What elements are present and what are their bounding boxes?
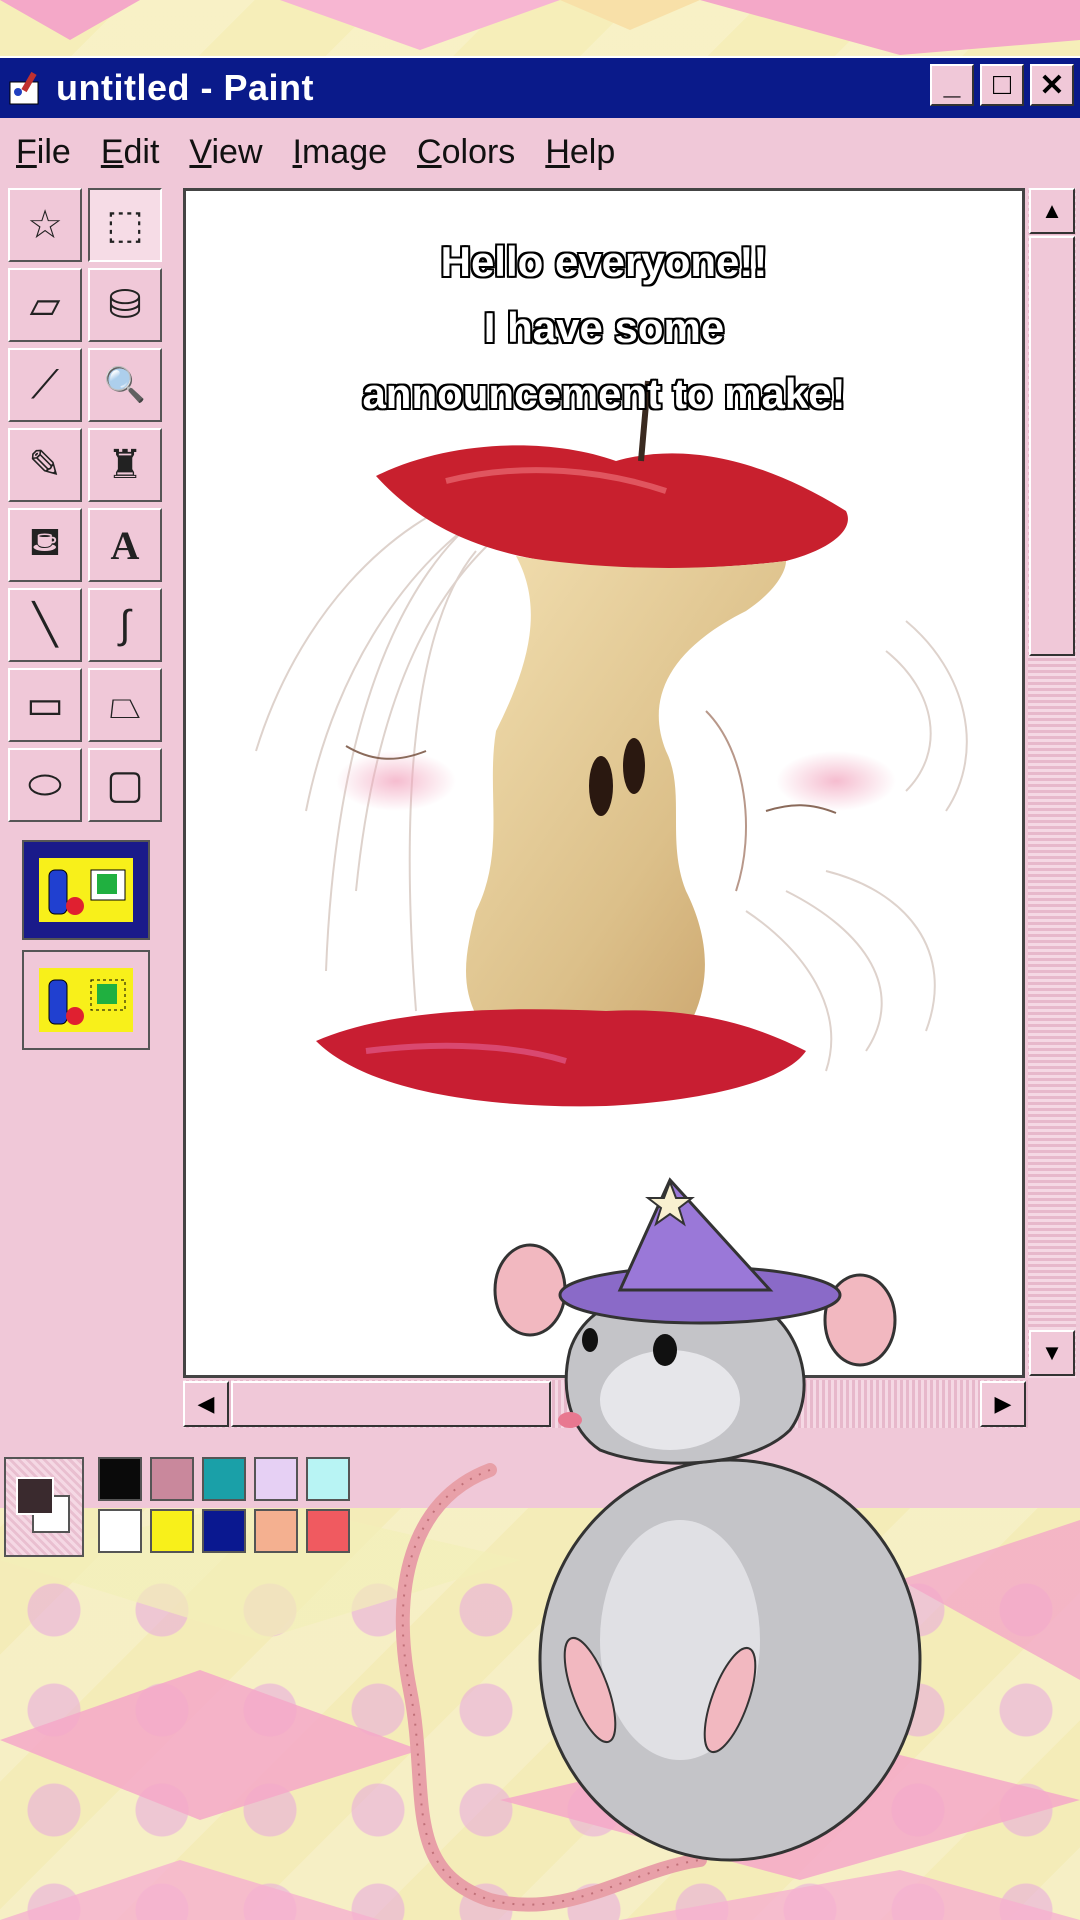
tool-magnifier[interactable]: 🔍 bbox=[88, 348, 162, 422]
menu-edit[interactable]: Edit bbox=[101, 133, 160, 172]
arrow-left-icon: ◀ bbox=[197, 1391, 215, 1416]
caption-line-1: Hello everyone!! bbox=[440, 238, 768, 285]
menu-colors[interactable]: Colors bbox=[417, 133, 515, 172]
tool-polygon[interactable]: ⏢ bbox=[88, 668, 162, 742]
current-colors[interactable] bbox=[4, 1457, 84, 1557]
free-form-select-icon: ☆ bbox=[27, 203, 63, 247]
palette-color-8[interactable] bbox=[254, 1509, 298, 1553]
palette-color-4[interactable] bbox=[306, 1457, 350, 1501]
palette-color-2[interactable] bbox=[202, 1457, 246, 1501]
minimize-button[interactable]: _ bbox=[930, 64, 974, 106]
fill-bucket-icon: ⛁ bbox=[108, 283, 142, 327]
color-picker-icon: ⟋ bbox=[31, 362, 59, 407]
tool-curve[interactable]: ∫ bbox=[88, 588, 162, 662]
tool-rectangle[interactable]: ▭ bbox=[8, 668, 82, 742]
vertical-scrollbar[interactable]: ▲ ▼ bbox=[1028, 188, 1076, 1378]
arrow-down-icon: ▼ bbox=[1041, 1340, 1063, 1365]
airbrush-icon: ⛾ bbox=[28, 520, 62, 564]
maximize-button[interactable]: □ bbox=[980, 64, 1024, 106]
palette-color-1[interactable] bbox=[150, 1457, 194, 1501]
palette-color-3[interactable] bbox=[254, 1457, 298, 1501]
tool-pencil[interactable]: ✎ bbox=[8, 428, 82, 502]
select-icon: ⬚ bbox=[106, 203, 144, 247]
top-diamond-pattern bbox=[0, 0, 1080, 55]
menu-help[interactable]: Help bbox=[545, 133, 615, 172]
scroll-down-button[interactable]: ▼ bbox=[1029, 1330, 1075, 1376]
fill-option-opaque[interactable] bbox=[22, 840, 150, 940]
tool-rounded-rectangle[interactable]: ▢ bbox=[88, 748, 162, 822]
palette-color-7[interactable] bbox=[202, 1509, 246, 1553]
tool-airbrush[interactable]: ⛾ bbox=[8, 508, 82, 582]
close-button[interactable]: ✕ bbox=[1030, 64, 1074, 106]
menu-file[interactable]: File bbox=[16, 133, 71, 172]
caption-line-2: I have some bbox=[483, 304, 725, 351]
brush-icon: ♜ bbox=[107, 443, 143, 487]
title-bar: untitled - Paint _ □ ✕ bbox=[0, 58, 1080, 118]
tool-line[interactable]: ╲ bbox=[8, 588, 82, 662]
menu-view[interactable]: View bbox=[189, 133, 262, 172]
palette-color-6[interactable] bbox=[150, 1509, 194, 1553]
tool-pick-color[interactable]: ⟋ bbox=[8, 348, 82, 422]
palette-color-0[interactable] bbox=[98, 1457, 142, 1501]
tool-brush[interactable]: ♜ bbox=[88, 428, 162, 502]
tool-fill[interactable]: ⛁ bbox=[88, 268, 162, 342]
tool-eraser[interactable]: ▱ bbox=[8, 268, 82, 342]
foreground-color-swatch bbox=[16, 1477, 54, 1515]
text-icon: A bbox=[110, 522, 140, 568]
palette-color-9[interactable] bbox=[306, 1509, 350, 1553]
arrow-up-icon: ▲ bbox=[1041, 198, 1063, 223]
magnifier-icon: 🔍 bbox=[103, 366, 147, 404]
window-title: untitled - Paint bbox=[56, 67, 314, 108]
line-icon: ╲ bbox=[32, 603, 58, 647]
ellipse-icon: ⬭ bbox=[27, 762, 63, 807]
wizard-rat-sticker bbox=[395, 1177, 922, 1912]
polygon-icon: ⏢ bbox=[109, 682, 141, 727]
eraser-icon: ▱ bbox=[29, 283, 61, 327]
tool-select[interactable]: ⬚ bbox=[88, 188, 162, 262]
paint-app-icon bbox=[4, 66, 48, 110]
fill-option-transparent[interactable] bbox=[22, 950, 150, 1050]
scroll-left-button[interactable]: ◀ bbox=[183, 1381, 229, 1427]
color-palette bbox=[0, 1453, 360, 1563]
rectangle-icon: ▭ bbox=[26, 683, 64, 727]
transparent-shapes-icon bbox=[39, 968, 133, 1032]
scroll-up-button[interactable]: ▲ bbox=[1029, 188, 1075, 234]
menu-image[interactable]: Image bbox=[293, 133, 388, 172]
menu-bar: File Edit View Image Colors Help bbox=[0, 120, 1080, 184]
toolbox: ☆ ⬚ ▱ ⛁ ⟋ 🔍 ✎ ♜ ⛾ A ╲ ∫ ▭ ⏢ ⬭ ▢ bbox=[8, 188, 170, 1050]
tool-ellipse[interactable]: ⬭ bbox=[8, 748, 82, 822]
rounded-rectangle-icon: ▢ bbox=[106, 763, 144, 807]
opaque-shapes-icon bbox=[39, 858, 133, 922]
tool-free-select[interactable]: ☆ bbox=[8, 188, 82, 262]
caption-line-3: announcement to make! bbox=[362, 370, 846, 417]
pencil-icon: ✎ bbox=[28, 443, 62, 487]
curve-icon: ∫ bbox=[119, 602, 131, 647]
vertical-scroll-thumb[interactable] bbox=[1029, 236, 1075, 656]
palette-color-5[interactable] bbox=[98, 1509, 142, 1553]
tool-text[interactable]: A bbox=[88, 508, 162, 582]
